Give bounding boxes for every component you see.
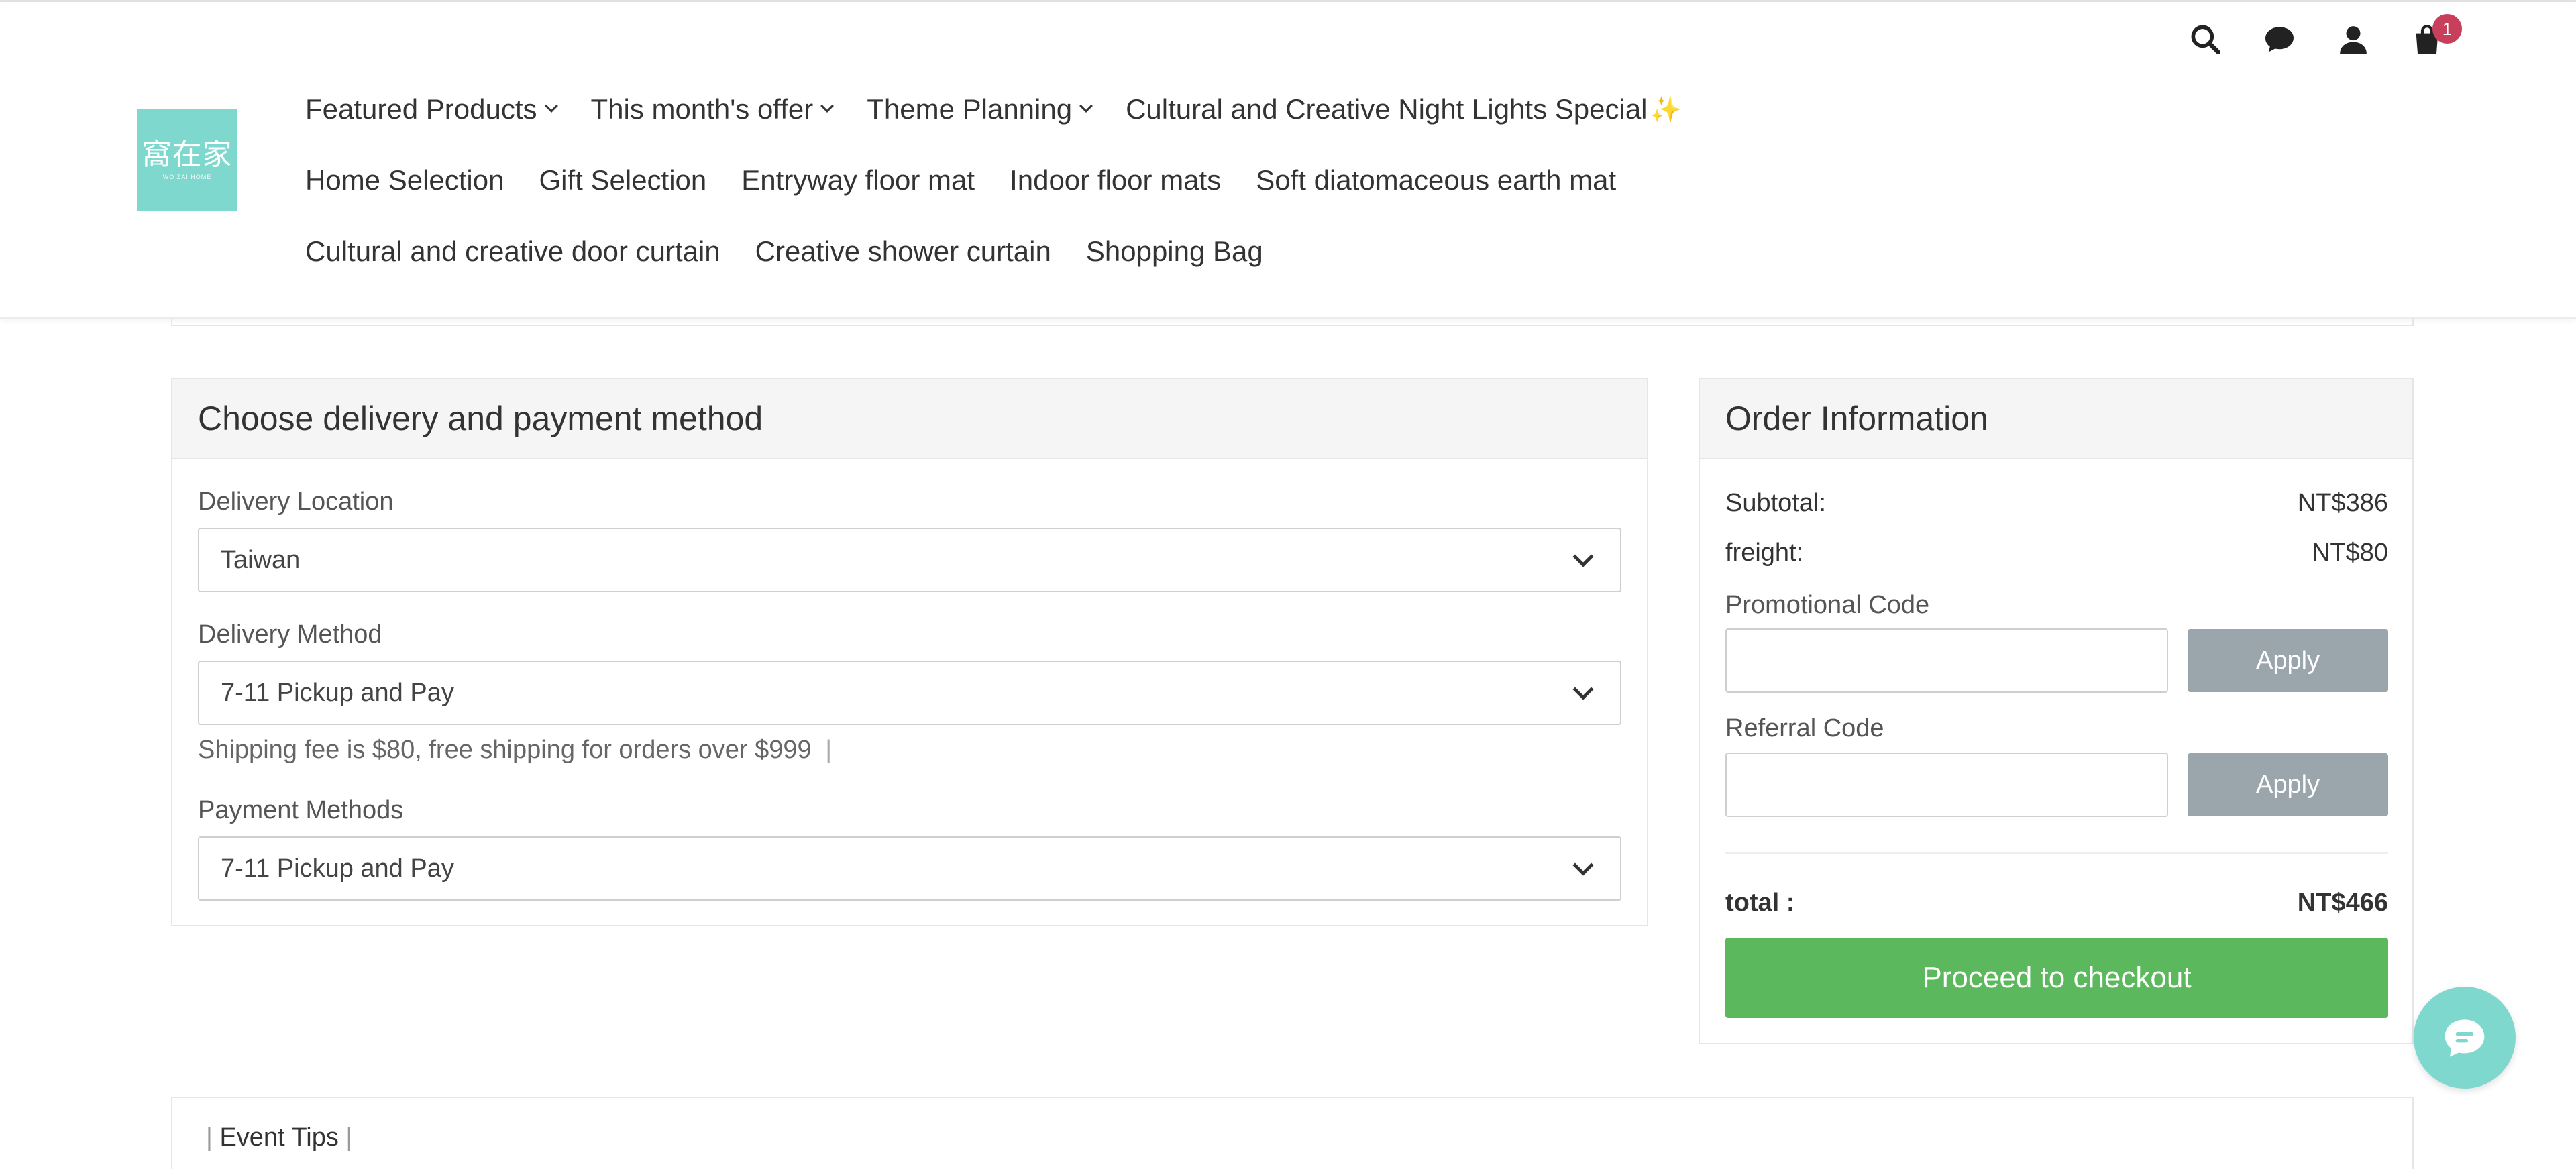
subtotal-value: NT$386 xyxy=(2297,489,2388,517)
payment-method-value: 7-11 Pickup and Pay xyxy=(221,854,454,883)
freight-row: freight: NT$80 xyxy=(1725,539,2388,567)
shopping-bag-icon[interactable]: 1 xyxy=(2408,14,2462,58)
logo-subtext: WO ZAI HOME xyxy=(162,174,212,180)
nav-label: Cultural and Creative Night Lights Speci… xyxy=(1126,93,1648,125)
event-tips-heading: | Event Tips | xyxy=(206,1123,352,1152)
referral-code-input[interactable] xyxy=(1725,753,2168,817)
delivery-method-select[interactable]: 7-11 Pickup and Pay xyxy=(198,661,1621,725)
nav-indoor-floor-mats[interactable]: Indoor floor mats xyxy=(1010,164,1221,197)
referral-apply-button[interactable]: Apply xyxy=(2188,753,2388,816)
chevron-down-icon xyxy=(1572,679,1594,700)
search-icon[interactable] xyxy=(2187,21,2224,58)
chat-icon xyxy=(2445,1019,2485,1057)
delivery-method-label: Delivery Method xyxy=(198,620,382,649)
chevron-down-icon xyxy=(1572,854,1594,876)
nav-diatomaceous-earth-mat[interactable]: Soft diatomaceous earth mat xyxy=(1256,164,1616,197)
nav-row-2: Home Selection Gift Selection Entryway f… xyxy=(305,160,1651,201)
subtotal-label: Subtotal: xyxy=(1725,489,1826,517)
site-header: 窩在家 WO ZAI HOME Featured Products This m… xyxy=(0,2,2576,319)
delivery-location-value: Taiwan xyxy=(221,545,301,574)
sparkles-icon: ✨ xyxy=(1650,94,1682,124)
nav-entryway-floor-mat[interactable]: Entryway floor mat xyxy=(741,164,975,197)
nav-row-1: Featured Products This month's offer The… xyxy=(305,89,1717,129)
chevron-down-icon xyxy=(1079,99,1093,113)
cart-count-badge: 1 xyxy=(2432,14,2462,44)
chat-bubble-icon[interactable] xyxy=(2261,21,2298,58)
tips-bar-left: | xyxy=(206,1123,213,1152)
shipping-note-text: Shipping fee is $80, free shipping for o… xyxy=(198,736,812,764)
freight-value: NT$80 xyxy=(2311,539,2388,567)
tips-bar-right: | xyxy=(345,1123,353,1152)
nav-monthly-offer[interactable]: This month's offer xyxy=(590,93,835,125)
chevron-down-icon xyxy=(820,99,835,113)
payment-methods-label: Payment Methods xyxy=(198,796,404,824)
order-panel-title: Order Information xyxy=(1700,379,2412,459)
nav-label: Featured Products xyxy=(305,93,537,125)
delivery-location-select[interactable]: Taiwan xyxy=(198,528,1621,592)
nav-gift-selection[interactable]: Gift Selection xyxy=(539,164,706,197)
promo-code-label: Promotional Code xyxy=(1725,591,1930,619)
chevron-down-icon xyxy=(544,99,558,113)
chevron-down-icon xyxy=(1572,546,1594,567)
delivery-method-value: 7-11 Pickup and Pay xyxy=(221,678,454,707)
total-row: total : NT$466 xyxy=(1725,889,2388,917)
delivery-panel-title: Choose delivery and payment method xyxy=(172,379,1647,459)
promo-apply-button[interactable]: Apply xyxy=(2188,629,2388,692)
delivery-payment-panel: Choose delivery and payment method Deliv… xyxy=(171,378,1648,926)
referral-code-label: Referral Code xyxy=(1725,714,1884,742)
shipping-note-separator: | xyxy=(825,736,833,764)
header-icons: 1 xyxy=(2187,14,2462,58)
nav-label: Theme Planning xyxy=(867,93,1073,125)
user-icon[interactable] xyxy=(2334,21,2372,58)
nav-shower-curtain[interactable]: Creative shower curtain xyxy=(755,235,1051,268)
freight-label: freight: xyxy=(1725,539,1804,567)
nav-row-3: Cultural and creative door curtain Creat… xyxy=(305,231,1298,272)
event-tips-panel: | Event Tips | xyxy=(171,1097,2414,1169)
payment-method-select[interactable]: 7-11 Pickup and Pay xyxy=(198,836,1621,901)
subtotal-row: Subtotal: NT$386 xyxy=(1725,489,2388,518)
total-value: NT$466 xyxy=(2297,889,2388,917)
delivery-location-label: Delivery Location xyxy=(198,488,394,516)
nav-night-lights-special[interactable]: Cultural and Creative Night Lights Speci… xyxy=(1126,93,1682,125)
previous-section-edge xyxy=(171,317,2414,326)
site-logo[interactable]: 窩在家 WO ZAI HOME xyxy=(137,109,237,211)
shipping-fee-note: Shipping fee is $80, free shipping for o… xyxy=(198,736,832,765)
nav-theme-planning[interactable]: Theme Planning xyxy=(867,93,1093,125)
nav-shopping-bag[interactable]: Shopping Bag xyxy=(1086,235,1263,268)
promo-code-input[interactable] xyxy=(1725,628,2168,693)
nav-featured-products[interactable]: Featured Products xyxy=(305,93,558,125)
nav-home-selection[interactable]: Home Selection xyxy=(305,164,504,197)
order-information-panel: Order Information Subtotal: NT$386 freig… xyxy=(1699,378,2414,1044)
order-divider xyxy=(1725,852,2388,854)
logo-text: 窩在家 xyxy=(142,137,233,172)
live-chat-button[interactable] xyxy=(2414,987,2516,1089)
proceed-to-checkout-button[interactable]: Proceed to checkout xyxy=(1725,938,2388,1018)
total-label: total : xyxy=(1725,889,1795,917)
nav-label: This month's offer xyxy=(590,93,814,125)
nav-door-curtain[interactable]: Cultural and creative door curtain xyxy=(305,235,720,268)
event-tips-label: Event Tips xyxy=(219,1123,339,1152)
